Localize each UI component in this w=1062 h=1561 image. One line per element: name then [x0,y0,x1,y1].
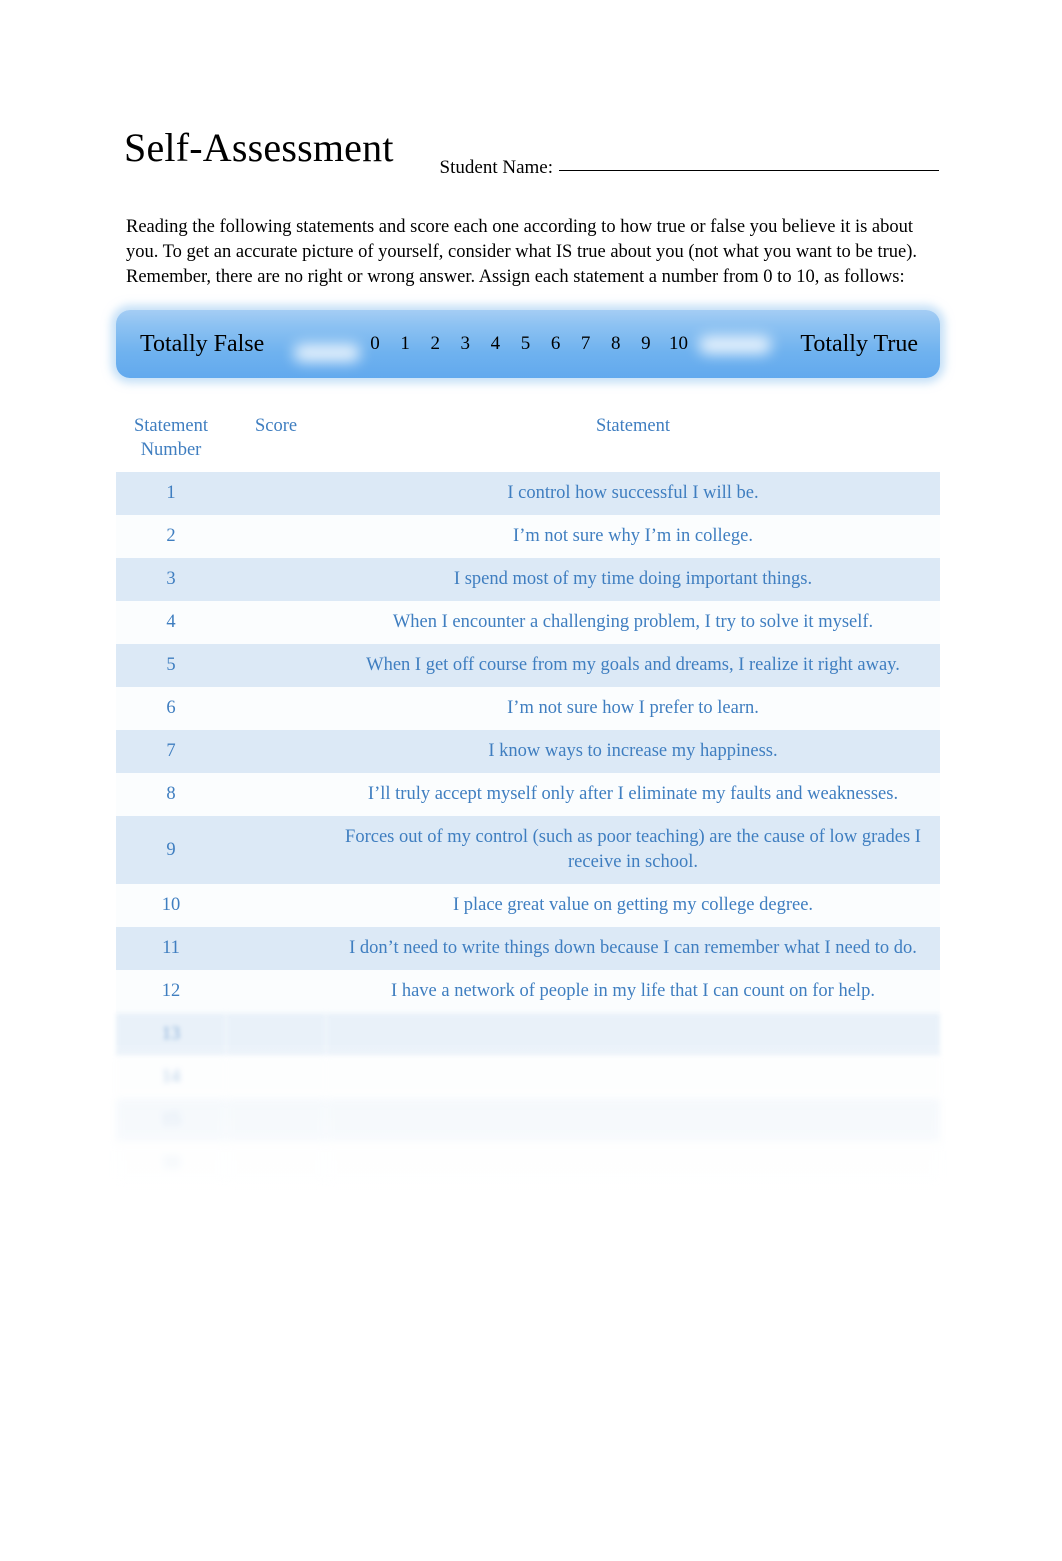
score-cell[interactable] [226,816,326,884]
score-cell[interactable] [226,1013,326,1056]
column-header-statement: Statement [596,416,670,436]
score-cell[interactable] [226,970,326,1013]
scale-number-10: 10 [668,333,688,354]
student-name-line: Student Name: [124,156,939,180]
statement-number: 12 [116,970,226,1013]
student-name-blank[interactable] [559,170,939,171]
statement-text [326,1142,940,1185]
scale-number-7: 7 [580,333,591,354]
column-header-score: Score [254,416,298,436]
scale-number-9: 9 [641,333,651,354]
statement-number: 6 [116,687,226,730]
table-header-row: Statement Number Score Statement [116,406,940,472]
statement-text [326,1099,940,1142]
scale-label-totally-false: Totally False [140,331,265,357]
scale-number-6: 6 [550,333,561,354]
table-row: 2 I’m not sure why I’m in college. [116,515,940,558]
scale-number-4: 4 [490,333,501,354]
table-row: 13 [116,1013,940,1056]
table-row: 3 I spend most of my time doing importan… [116,558,940,601]
statement-text: Forces out of my control (such as poor t… [326,816,940,884]
table-row: 16 [116,1142,940,1185]
table-header: Statement Number Score Statement [116,406,940,472]
scale-number-8: 8 [611,333,621,354]
score-cell[interactable] [226,1056,326,1099]
table-row: 9 Forces out of my control (such as poor… [116,816,940,884]
score-cell[interactable] [226,773,326,816]
score-cell[interactable] [226,472,326,515]
score-cell[interactable] [226,515,326,558]
scale-number-0: 0 [370,333,380,354]
score-cell[interactable] [226,730,326,773]
score-cell[interactable] [226,601,326,644]
table-row: 11 I don’t need to write things down bec… [116,927,940,970]
scale-number-3: 3 [460,333,471,354]
assessment-table-wrapper: Statement Number Score Statement 1 I con… [116,406,940,1185]
left-arrow-icon [294,344,360,362]
statement-text: When I get off course from my goals and … [326,644,940,687]
student-name-label: Student Name: [439,157,553,178]
scale-number-2: 2 [430,333,440,354]
table-row: 15 [116,1099,940,1142]
statement-number: 3 [116,558,226,601]
table-row: 4 When I encounter a challenging problem… [116,601,940,644]
statement-text: I know ways to increase my happiness. [326,730,940,773]
right-arrow-icon [699,336,771,354]
statement-number: 5 [116,644,226,687]
table-row: 5 When I get off course from my goals an… [116,644,940,687]
statement-text: I’m not sure why I’m in college. [326,515,940,558]
statement-number: 2 [116,515,226,558]
statement-text: I’ll truly accept myself only after I el… [326,773,940,816]
statement-text: I don’t need to write things down becaus… [326,927,940,970]
table-row: 10 I place great value on getting my col… [116,884,940,927]
score-cell[interactable] [226,1099,326,1142]
statement-number: 14 [116,1056,226,1099]
score-cell[interactable] [226,927,326,970]
table-row: 7 I know ways to increase my happiness. [116,730,940,773]
statement-text: I place great value on getting my colleg… [326,884,940,927]
table-row: 8 I’ll truly accept myself only after I … [116,773,940,816]
statement-text [326,1056,940,1099]
statement-number: 15 [116,1099,226,1142]
statement-number: 7 [116,730,226,773]
statement-text: I’m not sure how I prefer to learn. [326,687,940,730]
score-cell[interactable] [226,644,326,687]
scale-number-1: 1 [400,333,410,354]
assessment-table: Statement Number Score Statement 1 I con… [116,406,940,1185]
statement-number: 9 [116,816,226,884]
statement-number: 11 [116,927,226,970]
statement-number: 13 [116,1013,226,1056]
statement-number: 8 [116,773,226,816]
column-header-statement-number: Statement Number [134,416,208,460]
instructions-paragraph: Reading the following statements and sco… [126,216,918,287]
table-body: 1 I control how successful I will be. 2 … [116,472,940,1185]
statement-number: 4 [116,601,226,644]
statement-number: 1 [116,472,226,515]
score-cell[interactable] [226,1142,326,1185]
scale-label-totally-true: Totally True [800,331,918,357]
score-cell[interactable] [226,884,326,927]
score-cell[interactable] [226,558,326,601]
scale-number-5: 5 [520,333,531,354]
score-cell[interactable] [226,687,326,730]
rating-scale-bar: Totally False 0 1 2 3 4 5 6 7 8 9 10 Tot… [116,310,940,378]
statement-text [326,1013,940,1056]
statement-text: When I encounter a challenging problem, … [326,601,940,644]
table-row: 14 [116,1056,940,1099]
table-row: 6 I’m not sure how I prefer to learn. [116,687,940,730]
statement-number: 10 [116,884,226,927]
statement-text: I spend most of my time doing important … [326,558,940,601]
statement-text: I control how successful I will be. [326,472,940,515]
statement-number: 16 [116,1142,226,1185]
table-row: 12 I have a network of people in my life… [116,970,940,1013]
rating-scale: Totally False 0 1 2 3 4 5 6 7 8 9 10 Tot… [116,310,940,378]
statement-text: I have a network of people in my life th… [326,970,940,1013]
table-row: 1 I control how successful I will be. [116,472,940,515]
scale-number-row: 0 1 2 3 4 5 6 7 8 9 10 [368,331,688,357]
document-page: Self-Assessment Student Name: Reading th… [0,0,1062,1561]
